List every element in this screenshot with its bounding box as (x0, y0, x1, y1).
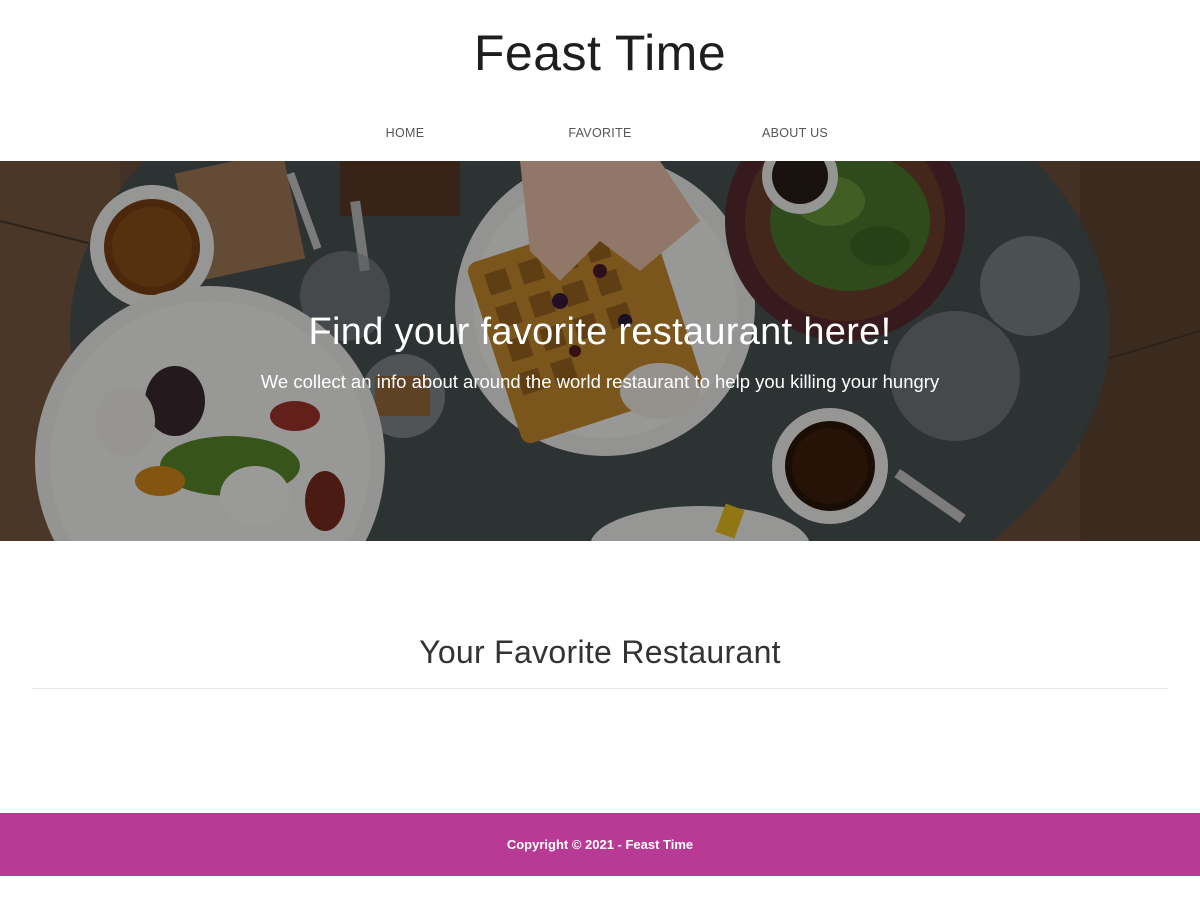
hero-subtitle: We collect an info about around the worl… (260, 371, 940, 392)
nav-link-home[interactable]: HOME (386, 126, 425, 140)
nav-link-favorite[interactable]: FAVORITE (568, 126, 631, 140)
favorites-title: Your Favorite Restaurant (419, 634, 781, 670)
site-footer: Copyright © 2021 - Feast Time (0, 813, 1200, 876)
nav-link-about-us[interactable]: ABOUT US (762, 126, 828, 140)
site-title: Feast Time (473, 25, 727, 81)
hero-title: Find your favorite restaurant here! (308, 311, 892, 353)
favorites-section: Your Favorite Restaurant (0, 541, 1200, 813)
copyright-text: Copyright © 2021 - Feast Time (506, 837, 694, 852)
site-header: Feast Time HOME FAVORITE ABOUT US (0, 0, 1200, 161)
section-divider (32, 688, 1168, 689)
hero-banner: Find your favorite restaurant here! We c… (0, 161, 1200, 541)
main-nav: HOME FAVORITE ABOUT US (0, 126, 1200, 144)
